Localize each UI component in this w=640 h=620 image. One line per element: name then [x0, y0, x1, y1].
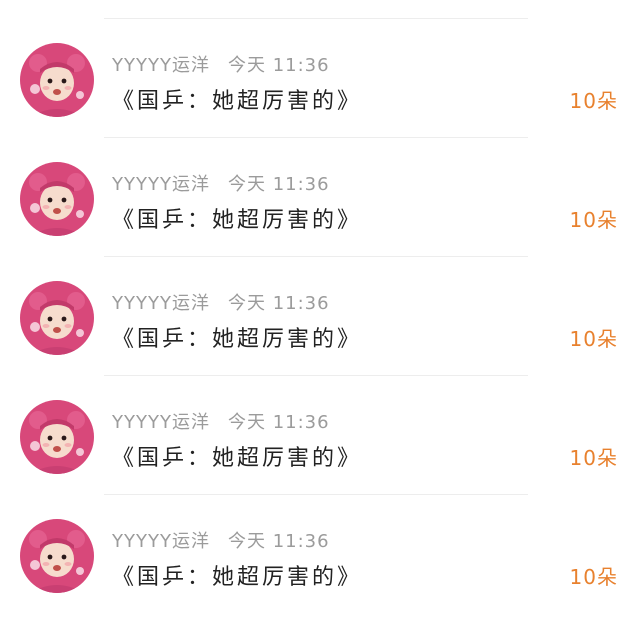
message-list: YYYYY运洋 今天 11:36 《国乒：她超厉害的》 10朵 YYYYY运洋 …	[0, 18, 640, 613]
avatar[interactable]	[20, 519, 94, 593]
username[interactable]: YYYYY运洋	[112, 412, 210, 433]
list-item[interactable]: YYYYY运洋 今天 11:36 《国乒：她超厉害的》 10朵	[0, 376, 640, 494]
list-item[interactable]: YYYYY运洋 今天 11:36 《国乒：她超厉害的》 10朵	[0, 257, 640, 375]
flower-count: 10朵	[569, 89, 618, 113]
avatar-pink-hood-baby-icon	[20, 162, 94, 236]
message-content: 《国乒：她超厉害的》	[112, 565, 363, 590]
list-item[interactable]: YYYYY运洋 今天 11:36 《国乒：她超厉害的》 10朵	[0, 138, 640, 256]
message-meta: YYYYY运洋 今天 11:36	[112, 527, 330, 553]
timestamp: 今天 11:36	[227, 293, 330, 314]
message-meta: YYYYY运洋 今天 11:36	[112, 170, 330, 196]
avatar-pink-hood-baby-icon	[20, 519, 94, 593]
avatar[interactable]	[20, 400, 94, 474]
message-meta: YYYYY运洋 今天 11:36	[112, 289, 330, 315]
message-meta: YYYYY运洋 今天 11:36	[112, 408, 330, 434]
flower-count: 10朵	[569, 565, 618, 589]
message-meta: YYYYY运洋 今天 11:36	[112, 51, 330, 77]
timestamp: 今天 11:36	[227, 174, 330, 195]
message-content: 《国乒：她超厉害的》	[112, 89, 363, 114]
message-content: 《国乒：她超厉害的》	[112, 327, 363, 352]
flower-count: 10朵	[569, 208, 618, 232]
username[interactable]: YYYYY运洋	[112, 174, 210, 195]
username[interactable]: YYYYY运洋	[112, 531, 210, 552]
flower-count: 10朵	[569, 446, 618, 470]
message-content: 《国乒：她超厉害的》	[112, 208, 363, 233]
timestamp: 今天 11:36	[227, 531, 330, 552]
avatar[interactable]	[20, 43, 94, 117]
avatar-pink-hood-baby-icon	[20, 281, 94, 355]
avatar[interactable]	[20, 162, 94, 236]
username[interactable]: YYYYY运洋	[112, 293, 210, 314]
avatar-pink-hood-baby-icon	[20, 43, 94, 117]
avatar-pink-hood-baby-icon	[20, 400, 94, 474]
list-item[interactable]: YYYYY运洋 今天 11:36 《国乒：她超厉害的》 10朵	[0, 495, 640, 613]
list-item[interactable]: YYYYY运洋 今天 11:36 《国乒：她超厉害的》 10朵	[0, 19, 640, 137]
username[interactable]: YYYYY运洋	[112, 55, 210, 76]
message-content: 《国乒：她超厉害的》	[112, 446, 363, 471]
timestamp: 今天 11:36	[227, 55, 330, 76]
timestamp: 今天 11:36	[227, 412, 330, 433]
avatar[interactable]	[20, 281, 94, 355]
flower-count: 10朵	[569, 327, 618, 351]
